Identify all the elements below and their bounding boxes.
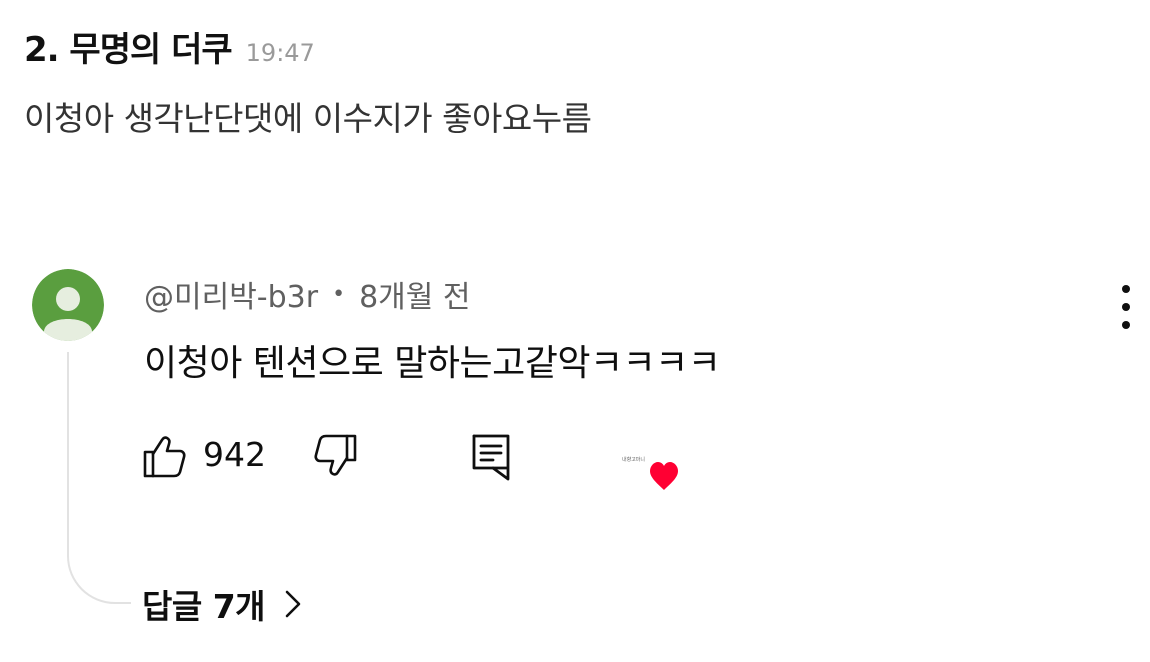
- replies-label: 답글 7개: [142, 587, 266, 626]
- comment-text: 이청아 텐션으로 말하는고같악ㅋㅋㅋㅋ: [144, 343, 721, 384]
- post-timestamp: 19:47: [245, 39, 315, 67]
- dislike-button[interactable]: [312, 432, 360, 484]
- comment-meta: @미리박-b3r • 8개월 전: [144, 272, 471, 316]
- post-header: 2. 무명의 더쿠 19:47: [24, 22, 315, 70]
- meta-separator: •: [332, 281, 346, 307]
- post-body: 이청아 생각난단댓에 이수지가 좋아요누름: [24, 99, 592, 138]
- post-title: 2. 무명의 더쿠: [24, 30, 233, 70]
- menu-dot: [1122, 321, 1130, 329]
- thumbs-up-icon: [140, 432, 188, 484]
- default-user-avatar-icon[interactable]: [32, 269, 104, 341]
- thumbs-down-icon: [312, 434, 360, 484]
- comment-age: 8개월 전: [359, 280, 471, 315]
- view-replies-button[interactable]: 답글 7개: [142, 580, 303, 628]
- menu-dot: [1122, 303, 1130, 311]
- like-button[interactable]: [140, 432, 188, 484]
- comment-author[interactable]: @미리박-b3r: [144, 272, 318, 316]
- more-vertical-icon[interactable]: [1108, 285, 1144, 329]
- comment-reply-icon: [467, 434, 515, 486]
- chevron-right-icon: [283, 588, 303, 620]
- creator-heart-icon[interactable]: 내향고마니: [618, 448, 688, 494]
- menu-dot: [1122, 285, 1130, 293]
- heart-badge-text: 내향고마니: [622, 456, 645, 463]
- reply-button[interactable]: [467, 432, 515, 486]
- like-count: 942: [203, 435, 266, 474]
- reply-thread-line: [67, 352, 131, 604]
